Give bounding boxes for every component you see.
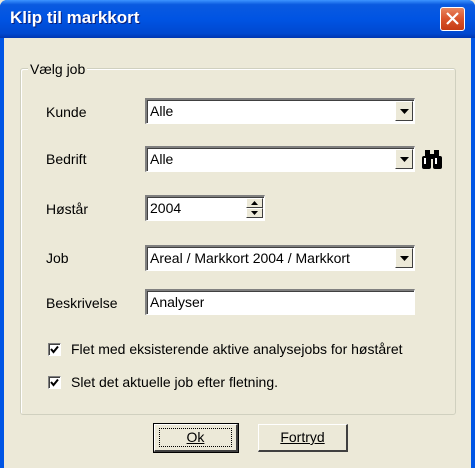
arrow-up-icon (251, 201, 258, 205)
kunde-value: Alle (150, 103, 174, 119)
search-bedrift-button[interactable] (417, 146, 447, 174)
chevron-down-icon (400, 109, 409, 114)
check-icon (50, 378, 59, 387)
close-icon (446, 12, 459, 25)
hoestaar-value: 2004 (150, 200, 182, 216)
slet-checkbox[interactable] (48, 376, 61, 389)
window-title: Klip til markkort (10, 8, 140, 27)
job-dropdown-button[interactable] (395, 248, 413, 268)
kunde-dropdown[interactable]: Alle (145, 98, 415, 124)
ok-button-label: Ok (186, 429, 205, 445)
slet-label[interactable]: Slet det aktuelle job efter fletning. (71, 374, 278, 390)
job-label: Job (46, 250, 69, 266)
spin-arrows-icon[interactable] (246, 198, 263, 218)
spin-down-button[interactable] (246, 208, 263, 218)
flet-label[interactable]: Flet med eksisterende aktive analysejobs… (71, 341, 403, 357)
beskrivelse-value: Analyser (150, 294, 205, 310)
check-icon (50, 345, 59, 354)
beskrivelse-label: Beskrivelse (46, 295, 118, 311)
flet-checkbox[interactable] (48, 343, 61, 356)
arrow-down-icon (251, 211, 258, 215)
spin-up-button[interactable] (246, 198, 263, 208)
job-dropdown[interactable]: Areal / Markkort 2004 / Markkort (145, 245, 415, 271)
chevron-down-icon (400, 157, 409, 162)
group-legend: Vælg job (28, 61, 88, 77)
cancel-button[interactable]: Fortryd (258, 424, 348, 452)
bedrift-dropdown-button[interactable] (395, 149, 413, 169)
ok-button[interactable]: Ok (153, 423, 239, 453)
kunde-dropdown-button[interactable] (395, 101, 413, 121)
bedrift-label: Bedrift (46, 151, 87, 167)
bedrift-value: Alle (150, 151, 174, 167)
job-value: Areal / Markkort 2004 / Markkort (150, 250, 350, 266)
bedrift-dropdown[interactable]: Alle (145, 146, 415, 172)
hoestaar-spinbox[interactable]: 2004 (145, 195, 265, 221)
close-button[interactable] (440, 7, 465, 31)
title-bar[interactable]: Klip til markkort (0, 0, 475, 38)
hoestaar-label: Høstår (46, 201, 88, 217)
beskrivelse-input[interactable]: Analyser (145, 289, 415, 315)
binoculars-icon (422, 150, 442, 169)
chevron-down-icon (400, 256, 409, 261)
cancel-button-label: Fortryd (280, 429, 325, 445)
kunde-label: Kunde (46, 104, 87, 120)
